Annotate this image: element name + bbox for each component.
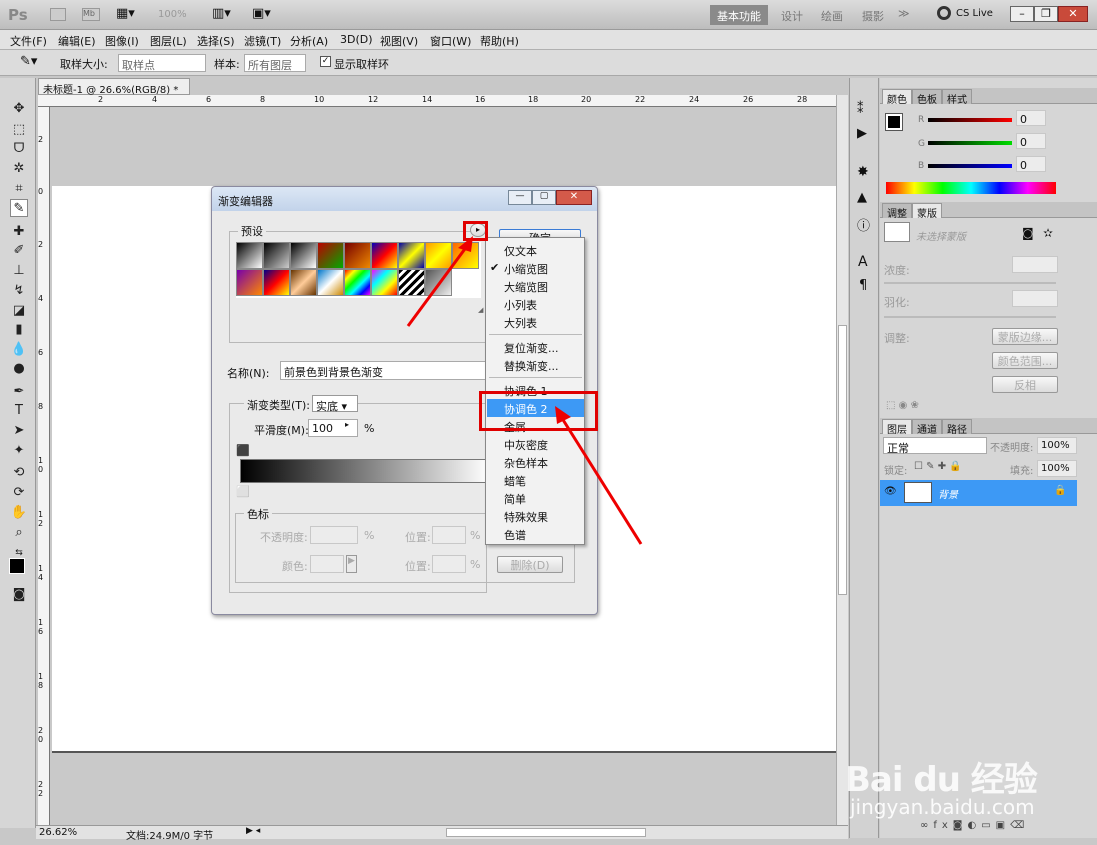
watermark-url: jingyan.baidu.com — [850, 795, 1035, 819]
annotation-arrows — [406, 236, 643, 545]
watermark-brand: Bai du 经验 — [845, 760, 1038, 800]
